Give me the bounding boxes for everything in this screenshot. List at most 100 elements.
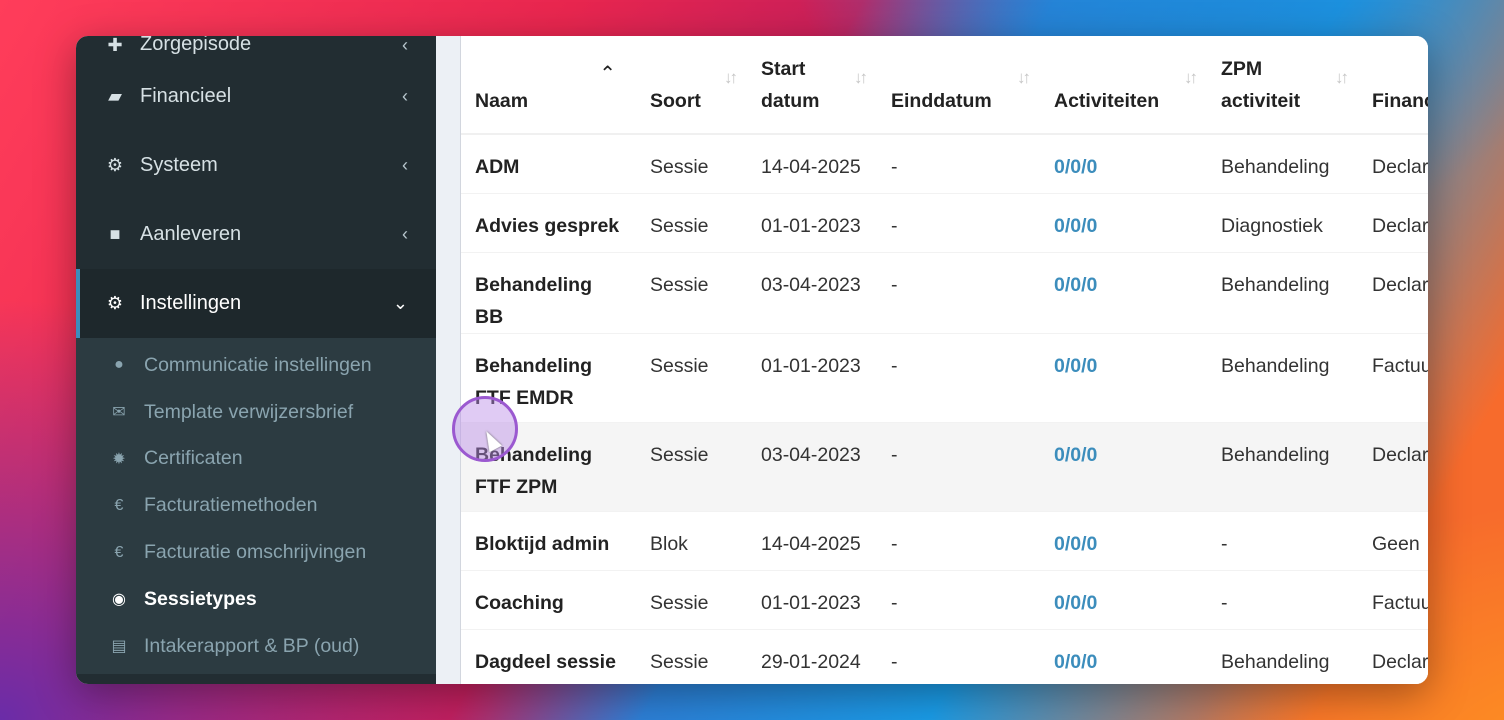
cell-soort: Sessie xyxy=(636,333,747,423)
column-header-naam[interactable]: ⌃ Naam xyxy=(461,36,636,135)
cell-activiteiten-link[interactable]: 0/0/0 xyxy=(1040,252,1207,334)
sidebar-item-label: Zorgepisode xyxy=(140,36,252,55)
sessietypes-table: ⌃ Naam ↓↑ Soort ↓↑ Start datum ↓↑ Eindda… xyxy=(461,36,1428,684)
cell-einddatum: - xyxy=(877,629,1040,684)
table-row[interactable]: Bloktijd admin Blok 14-04-2025 - 0/0/0 -… xyxy=(461,511,1428,571)
certificate-icon: ✹ xyxy=(112,450,126,468)
cell-soort: Sessie xyxy=(636,570,747,630)
table-row[interactable]: ADM Sessie 14-04-2025 - 0/0/0 Behandelin… xyxy=(461,134,1428,194)
column-header-zpm-activiteit[interactable]: ↓↑ ZPM activiteit xyxy=(1207,36,1358,135)
table-row[interactable]: Dagdeel sessie met Sessie 29-01-2024 - 0… xyxy=(461,629,1428,684)
cell-naam: Behandeling BB xyxy=(461,252,636,334)
table-row[interactable]: Behandeling BB Sessie 03-04-2023 - 0/0/0… xyxy=(461,252,1428,334)
main-content: ⌃ Naam ↓↑ Soort ↓↑ Start datum ↓↑ Eindda… xyxy=(436,36,1428,684)
cell-startdatum: 14-04-2025 xyxy=(747,134,877,194)
cell-naam: Dagdeel sessie met xyxy=(461,629,636,684)
cell-naam: Bloktijd admin xyxy=(461,511,636,571)
cell-einddatum: - xyxy=(877,134,1040,194)
cell-startdatum: 01-01-2023 xyxy=(747,193,877,253)
column-header-financiering[interactable]: Financiering xyxy=(1358,36,1428,135)
table-row[interactable]: Coaching Sessie 01-01-2023 - 0/0/0 - Fac… xyxy=(461,570,1428,630)
cell-zpm-activiteit: Behandeling xyxy=(1207,629,1358,684)
sidebar-item-label: Financieel xyxy=(140,85,232,107)
sidebar-item-instellingen[interactable]: ⚙ Instellingen ⌄ xyxy=(76,269,436,338)
chevron-left-icon: ‹ xyxy=(402,155,408,175)
sort-ascending-icon: ⌃ xyxy=(599,63,616,85)
sidebar-subitem-template[interactable]: ✉ Template verwijzersbrief xyxy=(76,389,436,436)
column-header-einddatum[interactable]: ↓↑ Einddatum xyxy=(877,36,1040,135)
sidebar-subitem-communicatie[interactable]: ● Communicatie instellingen xyxy=(76,342,436,389)
sessietypes-panel: ⌃ Naam ↓↑ Soort ↓↑ Start datum ↓↑ Eindda… xyxy=(460,36,1428,684)
table-row[interactable]: Behandeling FTF EMDR Sessie 01-01-2023 -… xyxy=(461,333,1428,423)
column-header-activiteiten[interactable]: ↓↑ Activiteiten xyxy=(1040,36,1207,135)
cell-financiering: Declaratie xyxy=(1358,629,1428,684)
chevron-left-icon: ‹ xyxy=(402,224,408,244)
cell-activiteiten-link[interactable]: 0/0/0 xyxy=(1040,422,1207,512)
cell-einddatum: - xyxy=(877,252,1040,334)
cell-naam: Behandeling FTF EMDR xyxy=(461,333,636,423)
cell-activiteiten-link[interactable]: 0/0/0 xyxy=(1040,570,1207,630)
cell-naam: Advies gesprek xyxy=(461,193,636,253)
file-icon: ▤ xyxy=(111,638,127,656)
sidebar-subitem-label: Facturatiemethoden xyxy=(144,494,318,517)
cogs-icon: ⚙ xyxy=(106,155,124,175)
sidebar-item-financieel[interactable]: ▰ Financieel ‹ xyxy=(76,62,436,131)
cell-startdatum: 14-04-2025 xyxy=(747,511,877,571)
cell-financiering: Declaratie xyxy=(1358,193,1428,253)
cell-soort: Sessie xyxy=(636,193,747,253)
cell-startdatum: 03-04-2023 xyxy=(747,252,877,334)
column-header-soort[interactable]: ↓↑ Soort xyxy=(636,36,747,135)
sidebar-subitem-certificaten[interactable]: ✹ Certificaten xyxy=(76,436,436,483)
sidebar-subitem-intakerapport[interactable]: ▤ Intakerapport & BP (oud) xyxy=(76,623,436,670)
cell-activiteiten-link[interactable]: 0/0/0 xyxy=(1040,333,1207,423)
medkit-icon: ✚ xyxy=(107,36,123,55)
cell-activiteiten-link[interactable]: 0/0/0 xyxy=(1040,134,1207,194)
sort-icon: ↓↑ xyxy=(1184,68,1198,87)
sidebar-item-label: Instellingen xyxy=(140,292,242,314)
cell-startdatum: 03-04-2023 xyxy=(747,422,877,512)
sidebar-item-systeem[interactable]: ⚙ Systeem ‹ xyxy=(76,131,436,200)
comments-icon: ● xyxy=(114,356,124,374)
sidebar-item-zorgepisode[interactable]: ✚ Zorgepisode ‹ xyxy=(76,36,436,62)
cell-activiteiten-link[interactable]: 0/0/0 xyxy=(1040,629,1207,684)
cell-zpm-activiteit: Behandeling xyxy=(1207,252,1358,334)
cell-financiering: Factuur xyxy=(1358,570,1428,630)
cell-activiteiten-link[interactable]: 0/0/0 xyxy=(1040,511,1207,571)
sort-icon: ↓↑ xyxy=(1017,68,1031,87)
cell-soort: Sessie xyxy=(636,134,747,194)
table-row[interactable]: Behandeling FTF ZPM Sessie 03-04-2023 - … xyxy=(461,422,1428,512)
globe-icon: ◉ xyxy=(112,591,126,609)
sidebar-subitem-facturatie-omschrijvingen[interactable]: € Facturatie omschrijvingen xyxy=(76,529,436,576)
cell-einddatum: - xyxy=(877,570,1040,630)
sidebar-subitem-label: Facturatie omschrijvingen xyxy=(144,541,367,564)
chevron-left-icon: ‹ xyxy=(402,86,408,106)
app-window: ✚ Zorgepisode ‹ ▰ Financieel ‹ ⚙ Systeem… xyxy=(76,36,1428,684)
cell-activiteiten-link[interactable]: 0/0/0 xyxy=(1040,193,1207,253)
sort-icon: ↓↑ xyxy=(1335,68,1349,87)
cell-einddatum: - xyxy=(877,511,1040,571)
euro-icon: € xyxy=(114,496,124,514)
cell-soort: Blok xyxy=(636,511,747,571)
cell-soort: Sessie xyxy=(636,629,747,684)
cell-naam: Coaching xyxy=(461,570,636,630)
cell-startdatum: 01-01-2023 xyxy=(747,333,877,423)
column-header-startdatum[interactable]: ↓↑ Start datum xyxy=(747,36,877,135)
sidebar-item-aanleveren[interactable]: ■ Aanleveren ‹ xyxy=(76,200,436,269)
sidebar-submenu: ● Communicatie instellingen ✉ Template v… xyxy=(76,338,436,674)
gear-icon: ⚙ xyxy=(106,293,124,313)
cell-startdatum: 29-01-2024 xyxy=(747,629,877,684)
sidebar-subitem-label: Sessietypes xyxy=(144,587,257,610)
sort-icon: ↓↑ xyxy=(854,68,868,87)
sort-icon: ↓↑ xyxy=(724,68,738,87)
cell-financiering: Declaratie xyxy=(1358,252,1428,334)
sidebar-item-label: Systeem xyxy=(140,154,218,176)
cell-zpm-activiteit: Behandeling xyxy=(1207,134,1358,194)
cell-zpm-activiteit: Behandeling xyxy=(1207,333,1358,423)
sidebar-subitem-label: Template verwijzersbrief xyxy=(144,400,354,423)
sidebar-subitem-sessietypes[interactable]: ◉ Sessietypes xyxy=(76,576,436,623)
cell-financiering: Geen xyxy=(1358,511,1428,571)
sidebar-subitem-facturatiemethoden[interactable]: € Facturatiemethoden xyxy=(76,482,436,529)
table-row[interactable]: Advies gesprek Sessie 01-01-2023 - 0/0/0… xyxy=(461,193,1428,253)
cell-einddatum: - xyxy=(877,333,1040,423)
cell-naam: ADM xyxy=(461,134,636,194)
